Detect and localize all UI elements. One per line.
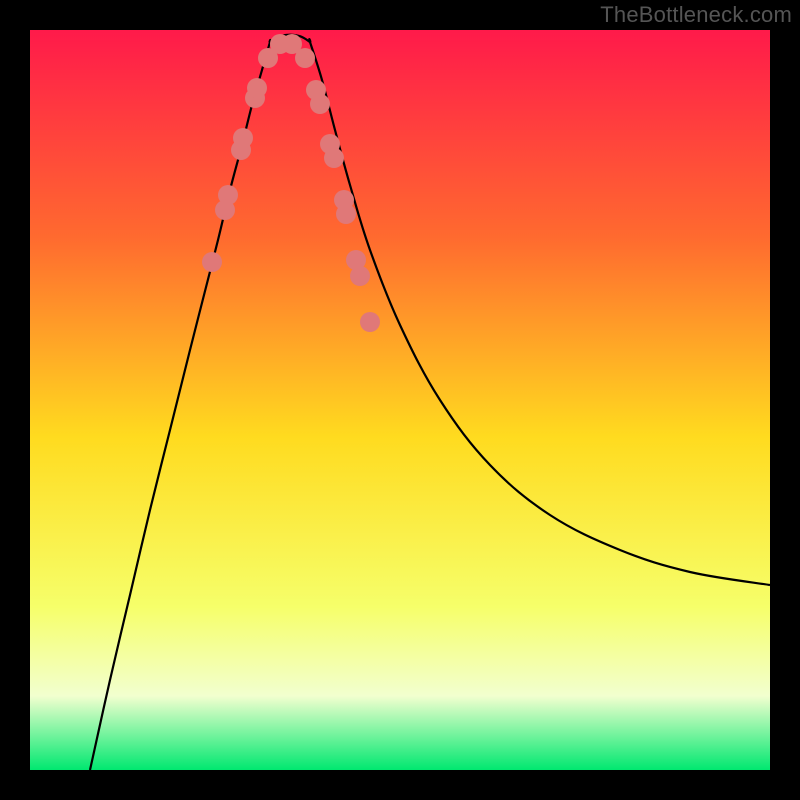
marker-dot [360,312,380,332]
gradient-background [30,30,770,770]
marker-dot [295,48,315,68]
marker-dot [247,78,267,98]
marker-dot [336,204,356,224]
marker-dot [202,252,222,272]
marker-dot [324,148,344,168]
chart-frame: TheBottleneck.com [0,0,800,800]
plot-area [30,30,770,770]
marker-dot [233,128,253,148]
marker-dot [218,185,238,205]
chart-svg [30,30,770,770]
marker-dot [350,266,370,286]
marker-dot [310,94,330,114]
watermark-text: TheBottleneck.com [600,2,792,28]
